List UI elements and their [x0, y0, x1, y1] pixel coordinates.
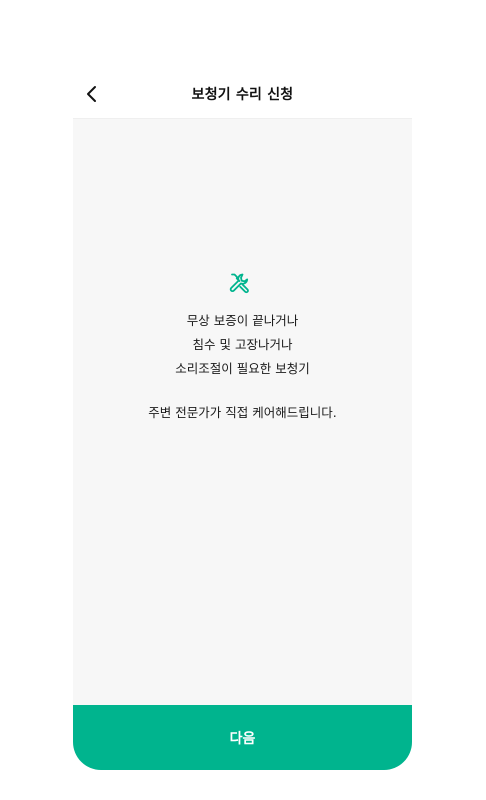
- next-button-label: 다음: [229, 731, 256, 747]
- description-line-3: 소리조절이 필요한 보청기: [175, 361, 310, 376]
- description-subtext: 주변 전문가가 직접 케어해드립니다.: [148, 405, 337, 420]
- next-button[interactable]: 다음: [73, 705, 412, 770]
- tools-icon: [229, 273, 249, 294]
- header-bar: 보청기 수리 신청: [73, 72, 412, 119]
- page-title: 보청기 수리 신청: [191, 87, 294, 103]
- app-screen: 보청기 수리 신청 무상 보증이 끝나거나 침수 및 고장나거나 소리조절이 필…: [73, 72, 412, 770]
- main-content: 무상 보증이 끝나거나 침수 및 고장나거나 소리조절이 필요한 보청기 주변 …: [73, 119, 412, 705]
- description-line-1: 무상 보증이 끝나거나: [186, 313, 299, 328]
- description-line-2: 침수 및 고장나거나: [192, 337, 293, 352]
